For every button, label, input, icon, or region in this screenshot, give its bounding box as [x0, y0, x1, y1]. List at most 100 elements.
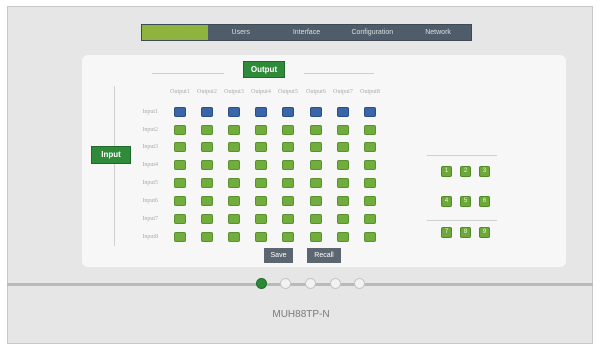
- preset-button[interactable]: 3: [479, 166, 490, 177]
- preset-button[interactable]: 6: [479, 196, 490, 207]
- route-cell[interactable]: [282, 142, 294, 152]
- route-cell[interactable]: [201, 196, 213, 206]
- preset-button[interactable]: 8: [460, 227, 471, 238]
- route-cell[interactable]: [310, 214, 322, 224]
- route-cell[interactable]: [255, 142, 267, 152]
- output-label: Output5: [278, 89, 298, 95]
- route-cell[interactable]: [228, 107, 240, 117]
- route-cell[interactable]: [337, 214, 349, 224]
- route-cell[interactable]: [310, 160, 322, 170]
- route-cell[interactable]: [337, 107, 349, 117]
- output-divider-right: [304, 73, 374, 74]
- route-cell[interactable]: [174, 160, 186, 170]
- route-cell[interactable]: [174, 125, 186, 135]
- route-cell[interactable]: [282, 232, 294, 242]
- preset-button[interactable]: 5: [460, 196, 471, 207]
- route-cell[interactable]: [201, 160, 213, 170]
- route-cell[interactable]: [228, 214, 240, 224]
- route-cell[interactable]: [174, 214, 186, 224]
- route-cell[interactable]: [337, 232, 349, 242]
- route-cell[interactable]: [310, 142, 322, 152]
- route-cell[interactable]: [201, 142, 213, 152]
- route-cell[interactable]: [364, 232, 376, 242]
- route-cell[interactable]: [228, 142, 240, 152]
- route-cell[interactable]: [255, 232, 267, 242]
- route-cell[interactable]: [255, 160, 267, 170]
- route-cell[interactable]: [201, 214, 213, 224]
- route-cell[interactable]: [364, 142, 376, 152]
- route-cell[interactable]: [255, 214, 267, 224]
- pagination-dot[interactable]: [256, 278, 267, 289]
- route-cell[interactable]: [255, 107, 267, 117]
- pagination-dot[interactable]: [280, 278, 291, 289]
- device-model: MUH88TP-N: [272, 309, 330, 320]
- input-label: Input8: [142, 234, 158, 240]
- route-cell[interactable]: [228, 160, 240, 170]
- input-label: Input6: [142, 198, 158, 204]
- output-label: Output6: [306, 89, 326, 95]
- route-cell[interactable]: [282, 214, 294, 224]
- pagination-dot[interactable]: [330, 278, 341, 289]
- route-cell[interactable]: [310, 178, 322, 188]
- route-cell[interactable]: [282, 196, 294, 206]
- preset-button[interactable]: 7: [441, 227, 452, 238]
- route-cell[interactable]: [201, 107, 213, 117]
- route-cell[interactable]: [364, 107, 376, 117]
- route-cell[interactable]: [337, 196, 349, 206]
- route-cell[interactable]: [310, 232, 322, 242]
- output-label: Output7: [333, 89, 353, 95]
- route-cell[interactable]: [364, 178, 376, 188]
- route-cell[interactable]: [310, 125, 322, 135]
- route-cell[interactable]: [364, 125, 376, 135]
- route-cell[interactable]: [174, 232, 186, 242]
- route-cell[interactable]: [364, 196, 376, 206]
- route-cell[interactable]: [201, 178, 213, 188]
- input-label: Input2: [142, 127, 158, 133]
- preset-button[interactable]: 2: [460, 166, 471, 177]
- output-divider-left: [152, 73, 224, 74]
- route-cell[interactable]: [255, 125, 267, 135]
- tab-configuration[interactable]: Configuration: [339, 25, 405, 40]
- route-cell[interactable]: [174, 107, 186, 117]
- route-cell[interactable]: [364, 160, 376, 170]
- preset-button[interactable]: 4: [441, 196, 452, 207]
- tab-network[interactable]: Network: [405, 25, 471, 40]
- route-cell[interactable]: [255, 196, 267, 206]
- route-cell[interactable]: [228, 125, 240, 135]
- preset-button[interactable]: 9: [479, 227, 490, 238]
- route-cell[interactable]: [228, 178, 240, 188]
- route-cell[interactable]: [201, 232, 213, 242]
- route-cell[interactable]: [282, 107, 294, 117]
- route-cell[interactable]: [255, 178, 267, 188]
- route-cell[interactable]: [364, 214, 376, 224]
- route-cell[interactable]: [282, 125, 294, 135]
- save-button[interactable]: Save: [264, 248, 293, 263]
- preset-button[interactable]: 1: [441, 166, 452, 177]
- output-label: Output4: [251, 89, 271, 95]
- route-cell[interactable]: [282, 178, 294, 188]
- route-cell[interactable]: [337, 125, 349, 135]
- input-label: Input1: [142, 109, 158, 115]
- tab-main[interactable]: Main: [142, 25, 208, 40]
- route-cell[interactable]: [174, 196, 186, 206]
- route-cell[interactable]: [228, 196, 240, 206]
- pagination-dot[interactable]: [305, 278, 316, 289]
- route-cell[interactable]: [228, 232, 240, 242]
- route-cell[interactable]: [310, 196, 322, 206]
- route-cell[interactable]: [337, 142, 349, 152]
- route-cell[interactable]: [337, 178, 349, 188]
- output-label: Output3: [224, 89, 244, 95]
- route-cell[interactable]: [282, 160, 294, 170]
- tab-users[interactable]: Users: [208, 25, 274, 40]
- input-button[interactable]: Input: [91, 146, 131, 164]
- route-cell[interactable]: [174, 178, 186, 188]
- route-cell[interactable]: [337, 160, 349, 170]
- output-button[interactable]: Output: [243, 61, 285, 78]
- recall-button[interactable]: Recall: [307, 248, 341, 263]
- route-cell[interactable]: [174, 142, 186, 152]
- pagination-dot[interactable]: [354, 278, 365, 289]
- route-cell[interactable]: [201, 125, 213, 135]
- preset-divider-bottom: [427, 220, 497, 221]
- tab-interface[interactable]: Interface: [274, 25, 340, 40]
- route-cell[interactable]: [310, 107, 322, 117]
